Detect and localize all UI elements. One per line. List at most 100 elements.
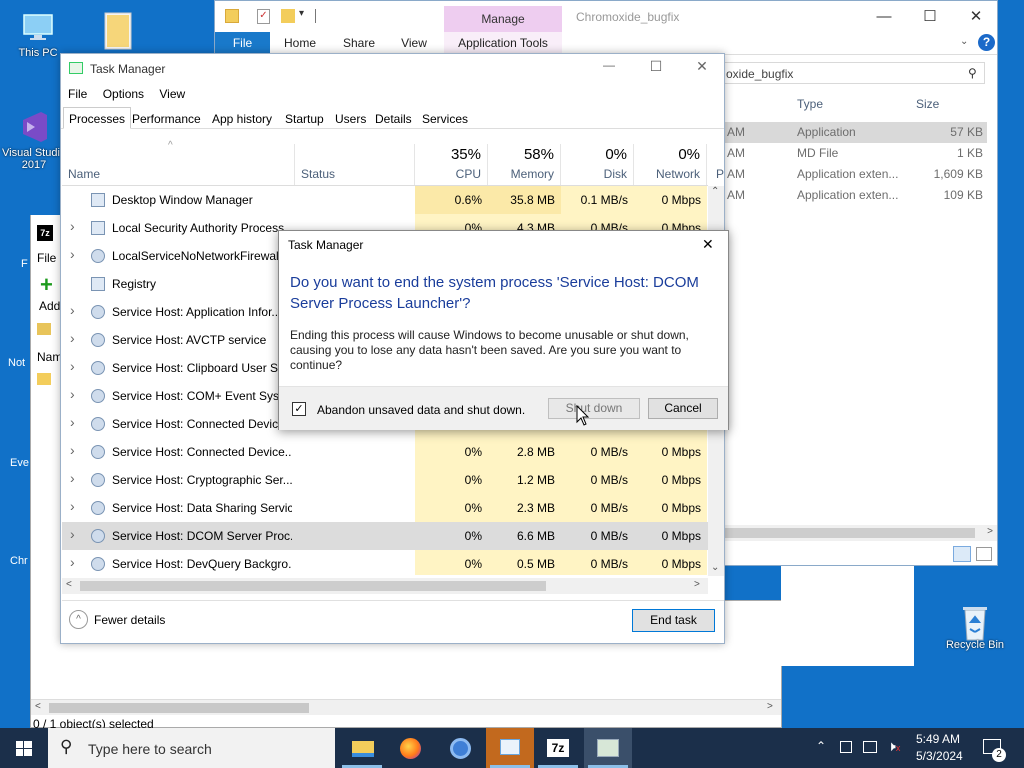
add-plus-icon[interactable]: +	[40, 274, 53, 296]
tab-view[interactable]: View	[395, 32, 433, 55]
horizontal-scrollbar[interactable]: >	[725, 525, 997, 541]
column-header-status[interactable]: Status	[295, 144, 415, 186]
tab-share[interactable]: Share	[337, 32, 381, 55]
large-icons-view-icon[interactable]	[976, 547, 992, 561]
desktop-icon-this-pc[interactable]: This PC	[6, 10, 70, 59]
search-icon[interactable]: ⚲	[968, 66, 977, 80]
maximize-icon[interactable]: ☐	[641, 58, 671, 75]
minimize-icon[interactable]: —	[861, 1, 907, 32]
scroll-down-icon[interactable]: ⌄	[711, 562, 719, 573]
table-row[interactable]: › Service Host: Connected Device... 0% 2.8 …	[62, 438, 708, 466]
scroll-left-icon[interactable]: <	[35, 701, 41, 712]
tab-performance[interactable]: Performance	[126, 107, 207, 129]
column-header-size[interactable]: Size	[916, 97, 939, 111]
cancel-button[interactable]: Cancel	[648, 398, 718, 419]
shut-down-button[interactable]: Shut down	[548, 398, 640, 419]
end-task-button[interactable]: End task	[632, 609, 715, 632]
properties-icon[interactable]: ✓	[257, 9, 270, 24]
clock-date[interactable]: 5/3/2024	[916, 749, 963, 763]
taskbar-app-7zip[interactable]: 7z	[534, 728, 582, 768]
expand-chevron-icon[interactable]: ›	[70, 442, 75, 458]
expand-chevron-icon[interactable]: ›	[70, 414, 75, 430]
expand-chevron-icon[interactable]: ›	[70, 498, 75, 514]
horizontal-scrollbar[interactable]: < >	[62, 578, 708, 594]
column-header-type[interactable]: Type	[797, 97, 823, 111]
close-icon[interactable]: ✕	[953, 1, 999, 32]
table-row[interactable]: Desktop Window Manager 0.6% 35.8 MB 0.1 MB/…	[62, 186, 708, 214]
menu-options[interactable]: Options	[103, 87, 144, 101]
column-header-network[interactable]: 0% Network	[634, 144, 707, 186]
help-icon[interactable]: ?	[978, 34, 995, 51]
scroll-thumb[interactable]	[725, 528, 975, 538]
table-row[interactable]: › Service Host: DCOM Server Proc... 0% 6.6 …	[62, 522, 708, 550]
expand-chevron-icon[interactable]: ›	[70, 246, 75, 262]
volume-muted-icon[interactable]: 🕨x	[887, 738, 900, 755]
details-view-icon[interactable]	[953, 546, 971, 562]
expand-chevron-icon[interactable]: ›	[70, 526, 75, 542]
taskbar-app-file-explorer[interactable]	[338, 728, 386, 768]
scroll-thumb[interactable]	[49, 703, 309, 713]
list-item[interactable]: AM MD File 1 KB	[725, 146, 987, 164]
column-header-power[interactable]: P	[716, 167, 724, 181]
expand-chevron-icon[interactable]: ›	[70, 358, 75, 374]
tab-users[interactable]: Users	[329, 107, 372, 129]
task-manager-titlebar[interactable]: Task Manager — ☐ ✕	[61, 54, 724, 82]
explorer-titlebar[interactable]: ✓ ▾ Manage Chromoxide_bugfix — ☐ ✕	[215, 1, 997, 32]
table-row[interactable]: › Service Host: Cryptographic Ser... 0% 1.2…	[62, 466, 708, 494]
quick-access-folder-icon[interactable]	[225, 9, 239, 23]
name-column-header[interactable]: Nam	[37, 350, 62, 364]
column-header-cpu[interactable]: 35% CPU	[415, 144, 488, 186]
customize-qat-icon[interactable]: ▾	[299, 8, 304, 19]
network-status-icon[interactable]	[840, 741, 852, 753]
expand-chevron-icon[interactable]: ›	[70, 302, 75, 318]
menu-file-7zip[interactable]: File	[37, 251, 56, 265]
desktop-icon-recycle-bin[interactable]: Recycle Bin	[943, 602, 1007, 651]
up-folder-icon[interactable]	[37, 323, 51, 335]
list-item[interactable]: AM Application exten... 109 KB	[725, 188, 987, 206]
tab-processes[interactable]: Processes	[63, 107, 132, 129]
folder-desktop-icon[interactable]	[86, 10, 150, 50]
abandon-data-checkbox[interactable]: ✓	[292, 402, 306, 416]
expand-chevron-icon[interactable]: ›	[70, 218, 75, 234]
desktop-icon-visual-studio[interactable]: Visual Studio 2017	[2, 110, 66, 171]
taskbar-app-window[interactable]	[486, 728, 534, 768]
list-item[interactable]: AM Application exten... 1,609 KB	[725, 167, 987, 185]
show-hidden-icons-icon[interactable]: ⌃	[816, 739, 826, 753]
scroll-left-icon[interactable]: <	[66, 579, 72, 590]
tab-services[interactable]: Services	[416, 107, 474, 129]
column-header-name[interactable]: Name	[62, 144, 295, 186]
column-header-memory[interactable]: 58% Memory	[488, 144, 561, 186]
minimize-icon[interactable]: —	[594, 58, 624, 72]
horizontal-scrollbar[interactable]: < >	[31, 699, 781, 715]
taskbar-app-firefox[interactable]	[386, 728, 434, 768]
expand-chevron-icon[interactable]: ›	[70, 470, 75, 486]
device-icon[interactable]	[863, 741, 877, 753]
expand-chevron-icon[interactable]: ›	[70, 330, 75, 346]
start-button[interactable]	[0, 728, 48, 768]
menu-view[interactable]: View	[159, 87, 185, 101]
close-icon[interactable]: ✕	[687, 58, 717, 75]
column-header-disk[interactable]: 0% Disk	[561, 144, 634, 186]
tab-home[interactable]: Home	[277, 32, 323, 55]
scroll-right-icon[interactable]: >	[767, 701, 773, 712]
tab-application-tools[interactable]: Application Tools	[444, 32, 562, 55]
search-box[interactable]: ⚲ Type here to search	[48, 728, 335, 768]
close-icon[interactable]: ✕	[702, 236, 714, 253]
expand-chevron-icon[interactable]: ›	[70, 386, 75, 402]
taskbar-app-chromium[interactable]	[436, 728, 484, 768]
scroll-right-icon[interactable]: >	[987, 526, 993, 537]
ribbon-expand-icon[interactable]: ⌄	[960, 36, 968, 47]
maximize-icon[interactable]: ☐	[907, 1, 953, 32]
table-row[interactable]: › Service Host: Data Sharing Service 0% 2.3…	[62, 494, 708, 522]
scroll-right-icon[interactable]: >	[694, 579, 700, 590]
taskbar-app-task-manager[interactable]	[584, 728, 632, 768]
manage-contextual-tab[interactable]: Manage	[444, 6, 562, 32]
tab-file[interactable]: File	[215, 32, 270, 55]
scroll-thumb[interactable]	[80, 581, 546, 591]
table-row[interactable]: › Service Host: DevQuery Backgro... 0% 0.5 …	[62, 550, 708, 575]
new-folder-icon[interactable]	[281, 9, 295, 23]
address-bar[interactable]: oxide_bugfix ⚲	[723, 62, 985, 84]
list-item[interactable]: AM Application 57 KB	[725, 125, 987, 143]
expand-chevron-icon[interactable]: ›	[70, 554, 75, 570]
scroll-up-icon[interactable]: ⌃	[711, 186, 719, 197]
